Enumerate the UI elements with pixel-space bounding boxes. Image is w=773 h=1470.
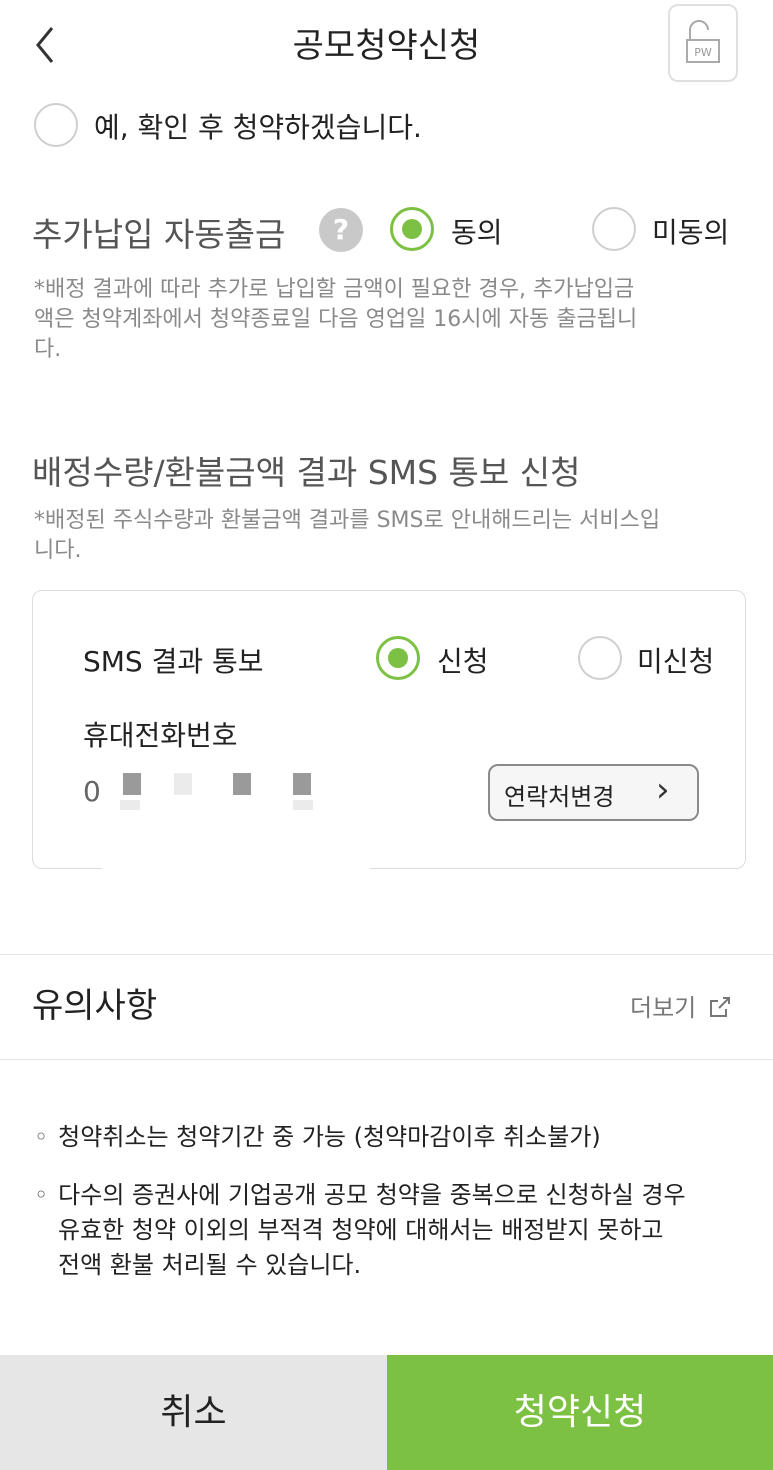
change-contact-button[interactable]: 연락처변경 › — [488, 764, 699, 821]
masked-digit — [123, 773, 141, 795]
sms-note: *배정된 주식수량과 환불금액 결과를 SMS로 안내해드리는 서비스입 니다. — [34, 506, 744, 566]
agree-radio[interactable] — [390, 207, 434, 251]
note-line: *배정된 주식수량과 환불금액 결과를 SMS로 안내해드리는 서비스입 — [34, 508, 661, 533]
password-button[interactable]: PW — [668, 4, 738, 82]
notice-text: 전액 환불 처리될 수 있습니다. — [58, 1251, 362, 1279]
notice-text: 유효한 청약 이외의 부적격 청약에 대해서는 배정받지 못하고 — [58, 1216, 664, 1244]
notice-item: ◦ 다수의 증권사에 기업공개 공모 청약을 중복으로 신청하실 경우 유효한 청… — [34, 1178, 754, 1283]
masked-digit — [120, 800, 140, 810]
masked-digit — [293, 773, 311, 795]
sms-apply-radio[interactable] — [376, 636, 420, 680]
cancel-button[interactable]: 취소 — [0, 1355, 387, 1470]
sms-apply-label: 신청 — [437, 645, 489, 678]
additional-payment-note: *배정 결과에 따라 추가로 납입할 금액이 필요한 경우, 추가납입금 액은 … — [34, 275, 734, 365]
disagree-label: 미동의 — [652, 216, 730, 249]
bullet-icon: ◦ — [34, 1181, 49, 1209]
confirm-radio[interactable] — [34, 103, 78, 147]
agree-label: 동의 — [451, 216, 503, 249]
phone-number: 0 — [83, 775, 101, 808]
note-line: 니다. — [34, 538, 82, 563]
disagree-radio[interactable] — [592, 207, 636, 251]
divider — [0, 1059, 773, 1060]
notice-text: 청약취소는 청약기간 중 가능 (청약마감이후 취소불가) — [58, 1123, 601, 1151]
external-link-icon — [710, 997, 731, 1017]
divider — [0, 954, 773, 955]
password-lock-icon: PW — [686, 20, 720, 63]
notice-item: ◦ 청약취소는 청약기간 중 가능 (청약마감이후 취소불가) — [34, 1120, 754, 1155]
notice-text: 다수의 증권사에 기업공개 공모 청약을 중복으로 신청하실 경우 — [58, 1181, 686, 1209]
page-title: 공모청약신청 — [292, 26, 481, 66]
note-line: *배정 결과에 따라 추가로 납입할 금액이 필요한 경우, 추가납입금 — [34, 277, 635, 302]
submit-button[interactable]: 청약신청 — [387, 1355, 773, 1470]
sms-section-title: 배정수량/환불금액 결과 SMS 통보 신청 — [32, 453, 581, 492]
confirm-label: 예, 확인 후 청약하겠습니다. — [94, 111, 422, 144]
chevron-right-icon: › — [656, 770, 670, 810]
more-label: 더보기 — [630, 994, 697, 1022]
note-line: 다. — [34, 337, 62, 362]
help-icon[interactable]: ? — [319, 208, 363, 252]
pw-text: PW — [694, 46, 712, 59]
additional-payment-title: 추가납입 자동출금 — [32, 215, 286, 254]
masked-digit — [174, 773, 192, 795]
more-link[interactable]: 더보기 — [630, 988, 733, 1023]
change-contact-label: 연락처변경 — [504, 783, 615, 811]
sms-not-apply-radio[interactable] — [578, 636, 622, 680]
masked-digit — [293, 800, 313, 810]
sms-result-label: SMS 결과 통보 — [83, 645, 264, 678]
phone-label: 휴대전화번호 — [83, 719, 238, 752]
sms-not-apply-label: 미신청 — [637, 645, 715, 678]
bullet-icon: ◦ — [34, 1123, 49, 1151]
note-line: 액은 청약계좌에서 청약종료일 다음 영업일 16시에 자동 출금됩니 — [34, 307, 638, 332]
notice-title: 유의사항 — [32, 986, 158, 1026]
masked-digit — [233, 773, 251, 795]
